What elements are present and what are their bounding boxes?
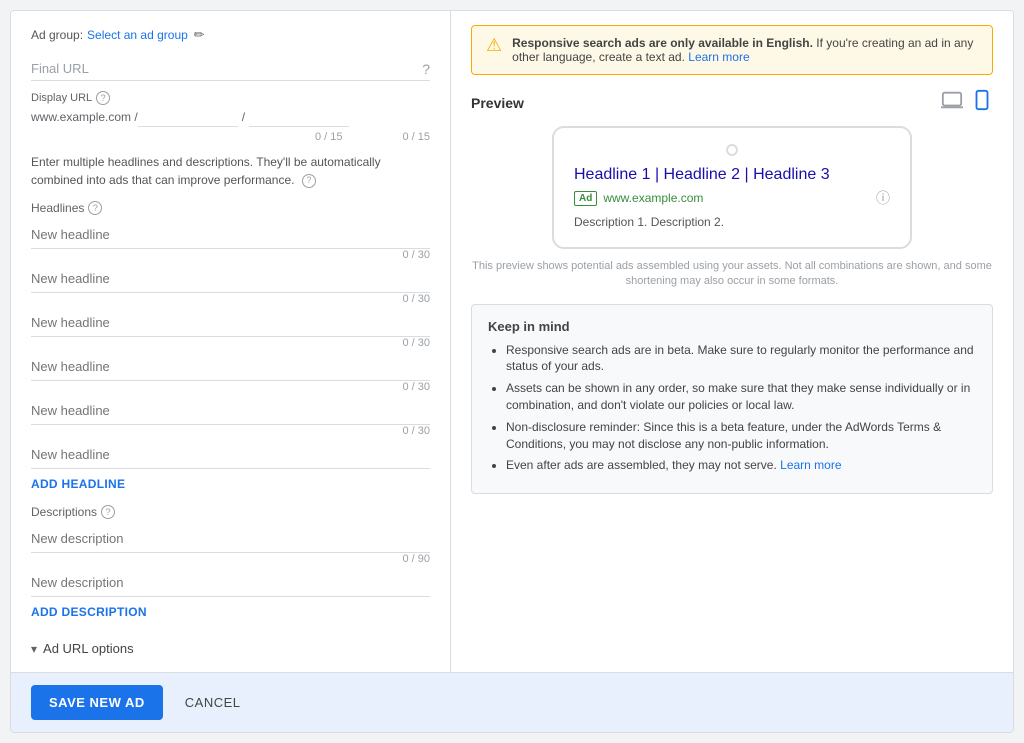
display-url-path2[interactable]	[249, 107, 349, 127]
display-url-prefix: www.example.com /	[31, 110, 138, 124]
descriptions-section-label: Descriptions ?	[31, 505, 430, 519]
display-url-row: Display URL ? www.example.com / / 0 / 15…	[31, 91, 430, 143]
warning-icon: ⚠	[486, 36, 502, 54]
main-container: Ad group: Select an ad group ✏ ? Display…	[10, 10, 1014, 733]
pencil-icon[interactable]: ✏	[194, 27, 205, 43]
display-url-counter2: 0 / 15	[402, 131, 430, 143]
headline-counter-6: 0 / 30	[31, 425, 430, 437]
keep-in-mind-item-4: Even after ads are assembled, they may n…	[506, 457, 976, 474]
ad-group-row: Ad group: Select an ad group ✏	[31, 27, 430, 43]
preview-url-row: Ad www.example.com ⓘ	[574, 188, 890, 208]
keep-in-mind-title: Keep in mind	[488, 319, 976, 334]
warning-bold-text: Responsive search ads are only available…	[512, 36, 813, 50]
warning-text: Responsive search ads are only available…	[512, 36, 978, 64]
keep-in-mind-section: Keep in mind Responsive search ads are i…	[471, 304, 993, 495]
ad-badge: Ad	[574, 191, 597, 206]
cancel-button[interactable]: CANCEL	[177, 685, 249, 720]
display-url-label: Display URL ?	[31, 91, 430, 105]
final-url-row: ?	[31, 57, 430, 81]
keep-in-mind-learn-more-link[interactable]: Learn more	[780, 458, 841, 472]
description-row-2	[31, 569, 430, 597]
headline-counter-5: 0 / 30	[31, 381, 430, 393]
headline-input-3[interactable]	[31, 309, 430, 337]
keep-in-mind-item-2: Assets can be shown in any order, so mak…	[506, 380, 976, 414]
preview-card-dot	[574, 144, 890, 156]
mobile-icon[interactable]	[971, 89, 993, 116]
description-input-2[interactable]	[31, 569, 430, 597]
headline-row-2	[31, 265, 430, 293]
ad-group-label: Ad group:	[31, 28, 83, 42]
warning-learn-more-link[interactable]: Learn more	[688, 50, 749, 64]
display-url-counter1: 0 / 15	[315, 131, 343, 143]
headline-input-2[interactable]	[31, 265, 430, 293]
headline-row-4	[31, 353, 430, 381]
final-url-input[interactable]	[31, 57, 422, 80]
headline-input-4[interactable]	[31, 353, 430, 381]
final-url-help-icon[interactable]: ?	[422, 61, 430, 77]
headline-row-3	[31, 309, 430, 337]
display-url-path1[interactable]	[138, 107, 238, 127]
info-text-help-icon[interactable]: ?	[302, 174, 316, 188]
keep-in-mind-item-3: Non-disclosure reminder: Since this is a…	[506, 419, 976, 453]
display-url-slash: /	[242, 110, 245, 124]
headline-counter-4: 0 / 30	[31, 337, 430, 349]
headline-row-6	[31, 441, 430, 469]
headline-counter-2: 0 / 30	[31, 249, 430, 261]
description-input-1[interactable]	[31, 525, 430, 553]
description-row-1	[31, 525, 430, 553]
right-panel: ⚠ Responsive search ads are only availab…	[451, 11, 1013, 672]
preview-title: Preview	[471, 95, 524, 111]
preview-note: This preview shows potential ads assembl…	[471, 259, 993, 290]
preview-device-icons	[941, 89, 993, 116]
save-new-ad-button[interactable]: SAVE NEW AD	[31, 685, 163, 720]
final-url-field: ?	[31, 57, 430, 81]
url-options-chevron-icon: ▾	[31, 642, 37, 656]
content-area: Ad group: Select an ad group ✏ ? Display…	[11, 11, 1013, 672]
preview-info-icon[interactable]: ⓘ	[876, 188, 890, 208]
warning-banner: ⚠ Responsive search ads are only availab…	[471, 25, 993, 75]
display-url-inputs: www.example.com / /	[31, 107, 430, 127]
keep-in-mind-item-1: Responsive search ads are in beta. Make …	[506, 342, 976, 376]
info-text: Enter multiple headlines and description…	[31, 153, 430, 189]
preview-url: www.example.com	[603, 191, 703, 205]
url-options-row[interactable]: ▾ Ad URL options	[31, 641, 430, 656]
add-description-link[interactable]: ADD DESCRIPTION	[31, 605, 147, 619]
headline-input-5[interactable]	[31, 397, 430, 425]
headline-row-1	[31, 221, 430, 249]
headline-input-1[interactable]	[31, 221, 430, 249]
headlines-help-icon[interactable]: ?	[88, 201, 102, 215]
preview-header: Preview	[471, 89, 993, 116]
add-headline-link[interactable]: ADD HEADLINE	[31, 477, 125, 491]
preview-card: Headline 1 | Headline 2 | Headline 3 Ad …	[552, 126, 912, 249]
preview-headline: Headline 1 | Headline 2 | Headline 3	[574, 166, 890, 184]
phone-dot	[726, 144, 738, 156]
display-url-counters: 0 / 15 0 / 15	[31, 131, 430, 143]
preview-description: Description 1. Description 2.	[574, 214, 890, 231]
description-counter-2: 0 / 90	[31, 553, 430, 565]
headline-row-5	[31, 397, 430, 425]
laptop-icon[interactable]	[941, 89, 963, 116]
headlines-section-label: Headlines ?	[31, 201, 430, 215]
descriptions-help-icon[interactable]: ?	[101, 505, 115, 519]
display-url-help-icon[interactable]: ?	[96, 91, 110, 105]
headline-counter-3: 0 / 30	[31, 293, 430, 305]
left-panel: Ad group: Select an ad group ✏ ? Display…	[11, 11, 451, 672]
footer: SAVE NEW AD CANCEL	[11, 672, 1013, 732]
keep-in-mind-list: Responsive search ads are in beta. Make …	[488, 342, 976, 475]
headline-input-6[interactable]	[31, 441, 430, 469]
select-ad-group-link[interactable]: Select an ad group	[87, 28, 188, 42]
url-options-label: Ad URL options	[43, 641, 134, 656]
preview-section: Preview	[471, 89, 993, 290]
